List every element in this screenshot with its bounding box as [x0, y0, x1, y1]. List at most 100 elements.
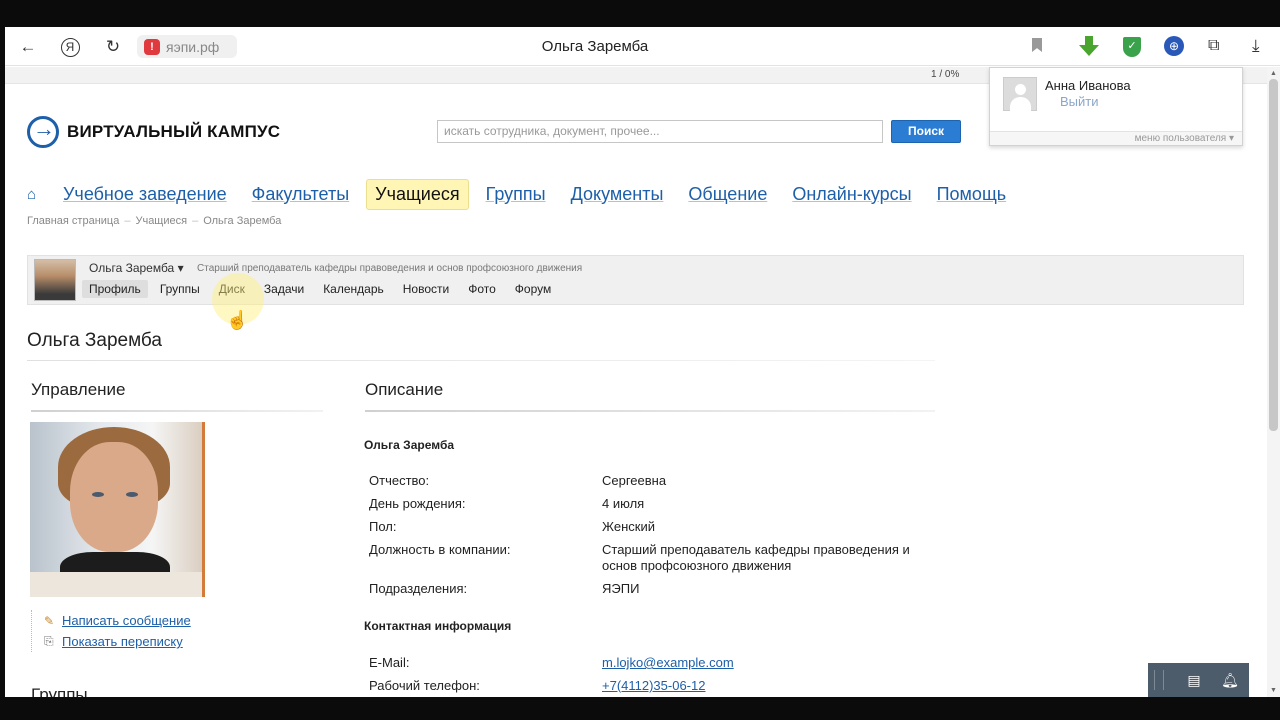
info-label: Должность в компании: — [369, 542, 511, 557]
info-value: 4 июля — [602, 496, 645, 511]
browser-window: ← Я ↻ ! яэпи.рф Ольга Заремба ✓ ⊕ ⧉ ⤓ 1 … — [5, 27, 1280, 697]
user-avatar[interactable] — [1003, 77, 1037, 111]
browser-toolbar: ← Я ↻ ! яэпи.рф Ольга Заремба ✓ ⊕ ⧉ ⤓ — [5, 27, 1280, 66]
contact-table: E-Mail: m.lojko@example.com Рабочий теле… — [369, 655, 939, 697]
address-bar[interactable]: ! яэпи.рф — [137, 35, 237, 58]
tab-photo[interactable]: Фото — [461, 280, 503, 298]
show-correspondence-action[interactable]: ⎘ Показать переписку — [44, 631, 191, 652]
hand-cursor-icon: ☝ — [226, 310, 249, 330]
info-table: Отчество: Сергеевна День рождения: 4 июл… — [369, 473, 939, 604]
nav-faculties[interactable]: Факультеты — [252, 184, 350, 205]
warning-icon: ! — [144, 38, 160, 55]
bookmark-icon[interactable] — [1032, 38, 1042, 52]
download-manager-icon[interactable] — [1079, 36, 1099, 56]
contact-label: Рабочий телефон: — [369, 678, 480, 693]
title-divider — [27, 360, 935, 361]
chat-icon[interactable]: ▤ — [1176, 672, 1212, 689]
search-input[interactable]: искать сотрудника, документ, прочее... — [437, 120, 883, 143]
nav-institution[interactable]: Учебное заведение — [63, 184, 227, 205]
scroll-up-icon[interactable]: ▲ — [1269, 69, 1278, 78]
search-button[interactable]: Поиск — [891, 120, 961, 143]
nav-documents[interactable]: Документы — [571, 184, 664, 205]
breadcrumb-home[interactable]: Главная страница — [27, 215, 119, 227]
tab-groups[interactable]: Группы — [153, 280, 207, 298]
extensions-icon[interactable]: ⧉ — [1208, 37, 1219, 55]
profile-name-dropdown[interactable]: Ольга Заремба ▾ — [89, 261, 184, 275]
page-title: Ольга Заремба — [27, 330, 162, 351]
tab-title: Ольга Заремба — [541, 38, 649, 55]
user-menu: Анна Иванова Выйти меню пользователя ▾ — [989, 67, 1243, 146]
info-value: Женский — [602, 519, 655, 534]
info-row: День рождения: 4 июля — [369, 496, 939, 512]
profile-photo — [30, 422, 205, 597]
contact-row: Рабочий телефон: +7(4112)35-06-12 — [369, 678, 939, 694]
write-message-link[interactable]: Написать сообщение — [62, 613, 191, 628]
user-name[interactable]: Анна Иванова — [1045, 78, 1131, 93]
back-icon[interactable]: ← — [15, 34, 41, 60]
nav-online-courses[interactable]: Онлайн-курсы — [792, 184, 911, 205]
logout-link[interactable]: Выйти — [1060, 94, 1099, 109]
scroll-down-icon[interactable]: ▼ — [1269, 686, 1278, 695]
tab-news[interactable]: Новости — [396, 280, 456, 298]
chat-widget: ▤ 🔔︎ — [1148, 663, 1249, 697]
info-value: Сергеевна — [602, 473, 667, 488]
site-logo[interactable]: ВИРТУАЛЬНЫЙ КАМПУС — [27, 116, 280, 148]
description-heading: Описание — [365, 380, 444, 399]
info-label: Отчество: — [369, 473, 430, 488]
groups-heading: Группы — [31, 685, 88, 697]
downloads-icon[interactable]: ⤓ — [1252, 36, 1260, 56]
info-label: Подразделения: — [369, 581, 468, 596]
bell-icon[interactable]: 🔔︎ — [1212, 672, 1248, 689]
tab-calendar[interactable]: Календарь — [316, 280, 391, 298]
breadcrumb-current: Ольга Заремба — [203, 215, 282, 227]
logo-text: ВИРТУАЛЬНЫЙ КАМПУС — [67, 122, 281, 141]
drag-handle[interactable] — [1154, 670, 1164, 690]
description-divider — [365, 410, 935, 412]
scrollbar-thumb[interactable] — [1269, 79, 1278, 431]
contact-heading: Контактная информация — [364, 619, 512, 633]
history-icon: ⎘ — [44, 634, 54, 648]
home-icon[interactable]: ⌂ — [27, 186, 43, 203]
breadcrumb-students[interactable]: Учащиеся — [135, 215, 187, 227]
info-row: Пол: Женский — [369, 519, 939, 535]
shield-icon[interactable]: ✓ — [1123, 37, 1141, 57]
page-scrollbar[interactable]: ▲ ▼ — [1267, 67, 1280, 697]
user-menu-toggle[interactable]: меню пользователя ▾ — [990, 131, 1242, 145]
profile-thumbnail[interactable] — [34, 259, 76, 301]
tab-forum[interactable]: Форум — [508, 280, 558, 298]
tab-profile[interactable]: Профиль — [82, 280, 148, 298]
nav-help[interactable]: Помощь — [937, 184, 1007, 205]
info-row: Должность в компании: Старший преподават… — [369, 542, 939, 574]
logo-arrow-icon — [27, 116, 59, 148]
url-text: яэпи.рф — [166, 38, 220, 55]
info-value: ЯЭПИ — [602, 581, 640, 596]
nav-groups[interactable]: Группы — [486, 184, 546, 205]
profile-tabs: Профиль Группы Диск Задачи Календарь Нов… — [82, 280, 563, 298]
zoom-status: 1 / 0% — [931, 69, 960, 80]
page-content: 1 / 0% ВИРТУАЛЬНЫЙ КАМПУС искать сотрудн… — [5, 67, 1267, 697]
info-value: Старший преподаватель кафедры правоведен… — [602, 542, 910, 573]
nav-students[interactable]: Учащиеся — [366, 178, 469, 210]
main-nav: ⌂ Учебное заведение Факультеты Учащиеся … — [27, 177, 1031, 211]
contact-label: E-Mail: — [369, 655, 410, 670]
profile-bar: Ольга Заремба ▾ Старший преподаватель ка… — [27, 255, 1244, 305]
email-link[interactable]: m.lojko@example.com — [602, 655, 937, 671]
breadcrumb: Главная страница – Учащиеся – Ольга Заремба — [27, 215, 282, 227]
pencil-icon: ✎ — [44, 613, 55, 628]
profile-actions: ✎ Написать сообщение ⎘ Показать переписк… — [31, 610, 191, 652]
info-label: День рождения: — [369, 496, 466, 511]
phone-link[interactable]: +7(4112)35-06-12 — [602, 678, 937, 694]
tab-tasks[interactable]: Задачи — [257, 280, 311, 298]
show-correspondence-link[interactable]: Показать переписку — [62, 634, 183, 649]
reload-icon[interactable]: ↻ — [100, 34, 126, 60]
profile-position: Старший преподаватель кафедры правоведен… — [197, 263, 583, 274]
nav-communication[interactable]: Общение — [688, 184, 767, 205]
screen: ← Я ↻ ! яэпи.рф Ольга Заремба ✓ ⊕ ⧉ ⤓ 1 … — [0, 0, 1280, 720]
yandex-icon[interactable]: Я — [57, 34, 83, 60]
info-label: Пол: — [369, 519, 397, 534]
management-divider — [31, 410, 323, 412]
write-message-action[interactable]: ✎ Написать сообщение — [44, 610, 191, 631]
info-row: Отчество: Сергеевна — [369, 473, 939, 489]
globe-icon[interactable]: ⊕ — [1164, 36, 1184, 56]
info-row: Подразделения: ЯЭПИ — [369, 581, 939, 597]
